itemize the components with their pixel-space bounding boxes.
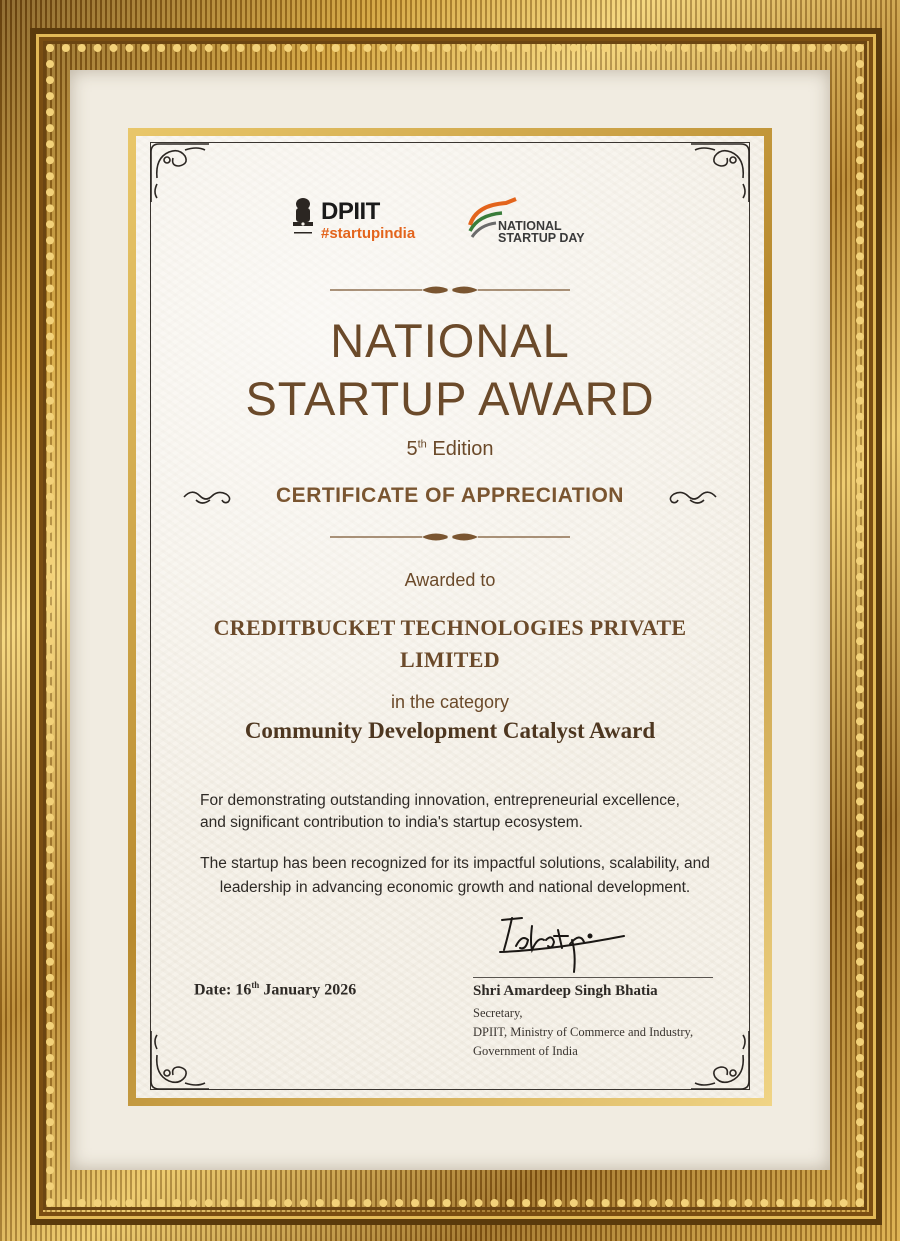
awarded-to-label: Awarded to xyxy=(404,570,496,590)
date-prefix: Date: 16 xyxy=(194,981,252,999)
recipient-company: CREDITBUCKET TECHNOLOGIES PRIVATE LIMITE… xyxy=(190,612,710,676)
top-divider-ornament-icon xyxy=(330,283,570,297)
signature-icon xyxy=(492,906,632,978)
edition-word: Edition xyxy=(432,438,494,460)
signer-title: Secretary, xyxy=(473,1006,523,1020)
signature-line xyxy=(473,977,713,978)
award-category: Community Development Catalyst Award xyxy=(244,718,656,743)
date-rest: January 2026 xyxy=(259,981,357,999)
edition-number: 5 xyxy=(406,438,418,460)
category-intro: in the category xyxy=(390,692,510,712)
company-line1: CREDITBUCKET TECHNOLOGIES PRIVATE xyxy=(213,615,687,640)
title-line1: NATIONAL xyxy=(330,314,570,367)
ashoka-emblem-icon xyxy=(288,196,318,240)
signer-name: Shri Amardeep Singh Bhatia xyxy=(473,983,658,999)
national-startup-day-text: NATIONAL STARTUP DAY xyxy=(498,220,585,245)
corner-ornament-icon xyxy=(145,138,215,208)
title-line2: STARTUP AWARD xyxy=(245,372,655,425)
signer-organization: DPIIT, Ministry of Commerce and Industry… xyxy=(473,1025,694,1039)
dpiit-logo-text: DPIIT xyxy=(321,198,380,225)
citation-paragraph-2: The startup has been recognized for its … xyxy=(200,855,710,896)
corner-ornament-icon xyxy=(685,138,755,208)
scroll-ornament-right-icon xyxy=(666,486,718,508)
signer-government: Government of India xyxy=(473,1044,578,1058)
edition-suffix: th xyxy=(417,438,427,451)
citation-paragraph-1: For demonstrating outstanding innovation… xyxy=(200,792,680,831)
certificate-heading: CERTIFICATE OF APPRECIATION xyxy=(276,484,624,507)
corner-ornament-icon xyxy=(145,1025,215,1095)
edition-label: 5th Edition xyxy=(150,438,750,461)
corner-ornament-icon xyxy=(685,1025,755,1095)
company-line2: LIMITED xyxy=(400,647,500,672)
startupindia-logo-text: #startupindia xyxy=(321,225,416,242)
issue-date: Date: 16th January 2026 xyxy=(194,980,356,999)
bottom-divider-ornament-icon xyxy=(330,530,570,544)
nsd-line2: STARTUP DAY xyxy=(498,231,585,245)
